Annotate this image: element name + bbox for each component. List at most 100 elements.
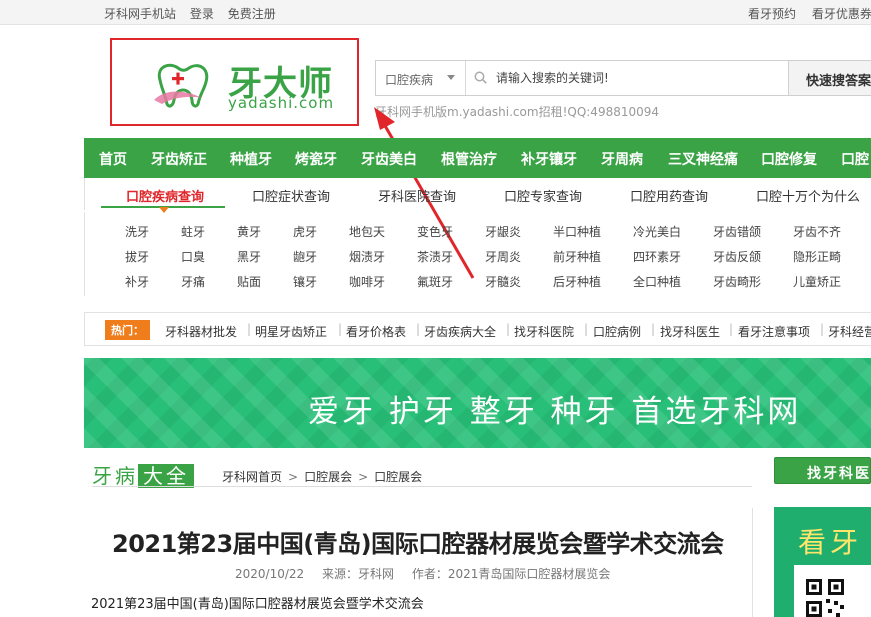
keyword-link[interactable]: 氟斑牙 xyxy=(417,273,453,290)
keyword-link[interactable]: 茶渍牙 xyxy=(417,248,453,265)
nav-item-whitening[interactable]: 牙齿美白 xyxy=(361,149,417,169)
mobile-site-link[interactable]: 牙科网手机站 xyxy=(104,7,176,21)
keyword-link[interactable]: 蛀牙 xyxy=(181,223,205,240)
hot-link[interactable]: 看牙价格表 xyxy=(346,323,406,340)
hot-link[interactable]: 明星牙齿矫正 xyxy=(255,323,327,340)
promo-banner[interactable]: 爱牙 护牙 整牙 种牙 首选牙科网 xyxy=(84,358,871,448)
tab-expert-query[interactable]: 口腔专家查询 xyxy=(504,186,582,205)
nav-item-restoration[interactable]: 口腔修复 xyxy=(761,149,817,169)
keyword-link[interactable]: 虎牙 xyxy=(293,223,317,240)
nav-item-orthodontics[interactable]: 牙齿矫正 xyxy=(151,149,207,169)
nav-item-periodontal[interactable]: 牙周病 xyxy=(601,149,643,169)
divider: | xyxy=(416,322,421,336)
keyword-link[interactable]: 补牙 xyxy=(125,273,149,290)
page: 牙科网手机站 登录 免费注册 看牙预约 看牙优惠券 牙大师 yadashi.co… xyxy=(0,0,871,617)
search-input[interactable] xyxy=(496,67,786,89)
keyword-link[interactable]: 龅牙 xyxy=(293,248,317,265)
nav-item-filling[interactable]: 补牙镶牙 xyxy=(521,149,577,169)
tooth-logo-icon xyxy=(154,63,209,108)
keyword-link[interactable]: 四环素牙 xyxy=(633,248,681,265)
article-body: 2021第23届中国(青岛)国际口腔器材展览会暨学术交流会 xyxy=(91,597,424,612)
hot-link[interactable]: 牙齿疾病大全 xyxy=(424,323,496,340)
login-link[interactable]: 登录 xyxy=(190,7,214,21)
hot-link[interactable]: 口腔病例 xyxy=(593,323,641,340)
search-category-value: 口腔疾病 xyxy=(385,73,434,87)
hot-link[interactable]: 找牙科医生 xyxy=(660,323,720,340)
tab-faq[interactable]: 口腔十万个为什么 xyxy=(756,186,860,205)
breadcrumb-separator-icon: > xyxy=(358,470,369,484)
keyword-link[interactable]: 牙齿畸形 xyxy=(713,273,761,290)
register-link[interactable]: 免费注册 xyxy=(228,7,276,21)
nav-item-porcelain[interactable]: 烤瓷牙 xyxy=(295,149,337,169)
hot-link[interactable]: 找牙科医院 xyxy=(514,323,574,340)
section-divider xyxy=(92,486,752,487)
keyword-link[interactable]: 冷光美白 xyxy=(633,223,681,240)
divider: | xyxy=(338,322,343,336)
keyword-link[interactable]: 口臭 xyxy=(181,248,205,265)
keyword-link[interactable]: 贴面 xyxy=(237,273,261,290)
coupon-link[interactable]: 看牙优惠券 xyxy=(812,7,871,21)
breadcrumb-expo[interactable]: 口腔展会 xyxy=(304,470,352,484)
keyword-link[interactable]: 牙齿不齐 xyxy=(793,223,841,240)
keyword-link[interactable]: 变色牙 xyxy=(417,223,453,240)
article-author: 作者：2021青岛国际口腔器材展览会 xyxy=(411,567,611,581)
side-ad-text: 看牙 xyxy=(798,526,863,559)
keyword-link[interactable]: 黑牙 xyxy=(237,248,261,265)
section-title: 牙病 大全 xyxy=(92,460,194,488)
article-source: 来源：牙科网 xyxy=(322,567,395,581)
breadcrumb-current[interactable]: 口腔展会 xyxy=(374,470,422,484)
keyword-link[interactable]: 牙周炎 xyxy=(485,248,521,265)
keyword-link[interactable]: 儿童矫正 xyxy=(793,273,841,290)
nav-item-implant[interactable]: 种植牙 xyxy=(230,149,272,169)
keyword-link[interactable]: 咖啡牙 xyxy=(349,273,385,290)
keyword-link[interactable]: 牙痛 xyxy=(181,273,205,290)
section-title-part-a: 牙病 xyxy=(92,464,138,488)
tab-symptom-query[interactable]: 口腔症状查询 xyxy=(252,186,330,205)
divider: | xyxy=(820,322,825,336)
keyword-link[interactable]: 后牙种植 xyxy=(553,273,601,290)
keyword-link[interactable]: 全口种植 xyxy=(633,273,681,290)
divider: | xyxy=(651,322,656,336)
keyword-link[interactable]: 地包天 xyxy=(349,223,385,240)
hot-link[interactable]: 看牙注意事项 xyxy=(738,323,810,340)
nav-item-root-canal[interactable]: 根管治疗 xyxy=(441,149,497,169)
nav-item-home[interactable]: 首页 xyxy=(99,149,127,169)
keyword-link[interactable]: 牙齿错颌 xyxy=(713,223,761,240)
keyword-link[interactable]: 牙齿反颌 xyxy=(713,248,761,265)
keyword-link[interactable]: 镶牙 xyxy=(293,273,317,290)
top-bar: 牙科网手机站 登录 免费注册 看牙预约 看牙优惠券 xyxy=(0,0,871,25)
divider: | xyxy=(729,322,734,336)
qr-code-icon xyxy=(806,579,844,617)
search-category-select[interactable]: 口腔疾病 xyxy=(376,61,466,95)
find-clinic-button[interactable]: 找牙科医 xyxy=(774,457,871,484)
keyword-link[interactable]: 隐形正畸 xyxy=(793,248,841,265)
search-note: 牙科网手机版m.yadashi.com招租!QQ:498810094 xyxy=(375,105,660,119)
keyword-link[interactable]: 牙髓炎 xyxy=(485,273,521,290)
qr-code xyxy=(794,565,871,617)
banner-slogan: 爱牙 护牙 整牙 种牙 首选牙科网 xyxy=(308,394,802,430)
tab-disease-query[interactable]: 口腔疾病查询 xyxy=(126,186,204,205)
keyword-link[interactable]: 前牙种植 xyxy=(553,248,601,265)
top-bar-right: 看牙预约 看牙优惠券 xyxy=(748,5,871,22)
keyword-link[interactable]: 半口种植 xyxy=(553,223,601,240)
column-divider xyxy=(752,508,753,617)
nav-item-neuralgia[interactable]: 三叉神经痛 xyxy=(668,149,738,169)
sub-tabs: 口腔疾病查询 口腔症状查询 牙科医院查询 口腔专家查询 口腔用药查询 口腔十万个… xyxy=(84,178,871,213)
keyword-link[interactable]: 洗牙 xyxy=(125,223,149,240)
site-logo[interactable]: 牙大师 yadashi.com xyxy=(110,38,359,126)
hot-link[interactable]: 牙科经营 xyxy=(828,323,871,340)
hot-link[interactable]: 牙科器材批发 xyxy=(165,323,237,340)
tab-hospital-query[interactable]: 牙科医院查询 xyxy=(378,186,456,205)
breadcrumb-home[interactable]: 牙科网首页 xyxy=(222,470,282,484)
appointment-link[interactable]: 看牙预约 xyxy=(748,7,796,21)
search-button[interactable]: 快速搜答案 xyxy=(788,61,871,95)
article-date: 2020/10/22 xyxy=(235,567,305,581)
keyword-link[interactable]: 烟渍牙 xyxy=(349,248,385,265)
keyword-link[interactable]: 黄牙 xyxy=(237,223,261,240)
keyword-link[interactable]: 拔牙 xyxy=(125,248,149,265)
side-ad[interactable]: 看牙 xyxy=(774,507,871,617)
tab-medicine-query[interactable]: 口腔用药查询 xyxy=(630,186,708,205)
keyword-link[interactable]: 牙龈炎 xyxy=(485,223,521,240)
hot-label: 热门： xyxy=(105,320,150,340)
nav-item-oral[interactable]: 口腔 xyxy=(841,149,869,169)
